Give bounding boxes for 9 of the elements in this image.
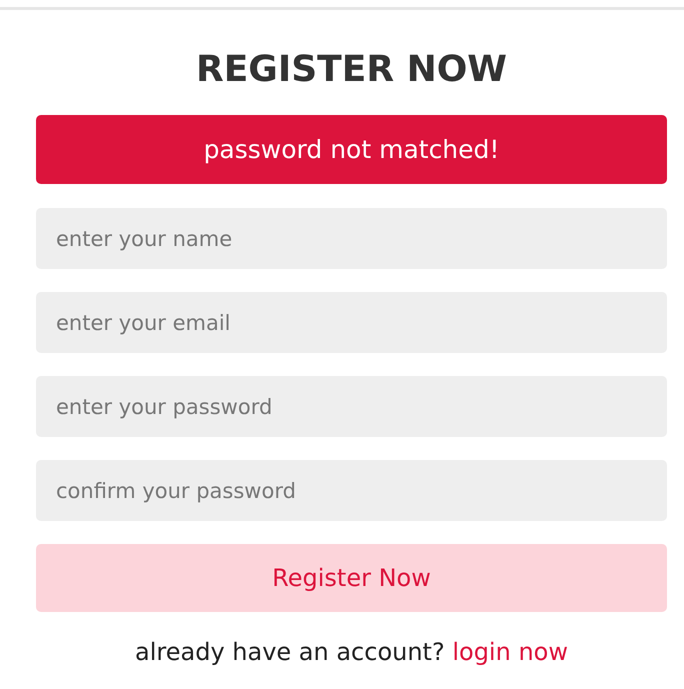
input-field[interactable]: enter your name — [36, 208, 667, 269]
error-message: password not matched! — [36, 115, 667, 184]
login-link[interactable]: login now — [452, 638, 568, 666]
register-button[interactable]: Register Now — [36, 544, 667, 612]
input-field[interactable]: enter your password — [36, 376, 667, 437]
footer-text: already have an account? login now — [135, 638, 568, 666]
input-field[interactable]: enter your email — [36, 292, 667, 353]
form-title: REGISTER NOW — [194, 48, 508, 92]
input-field[interactable]: confirm your password — [36, 460, 667, 521]
